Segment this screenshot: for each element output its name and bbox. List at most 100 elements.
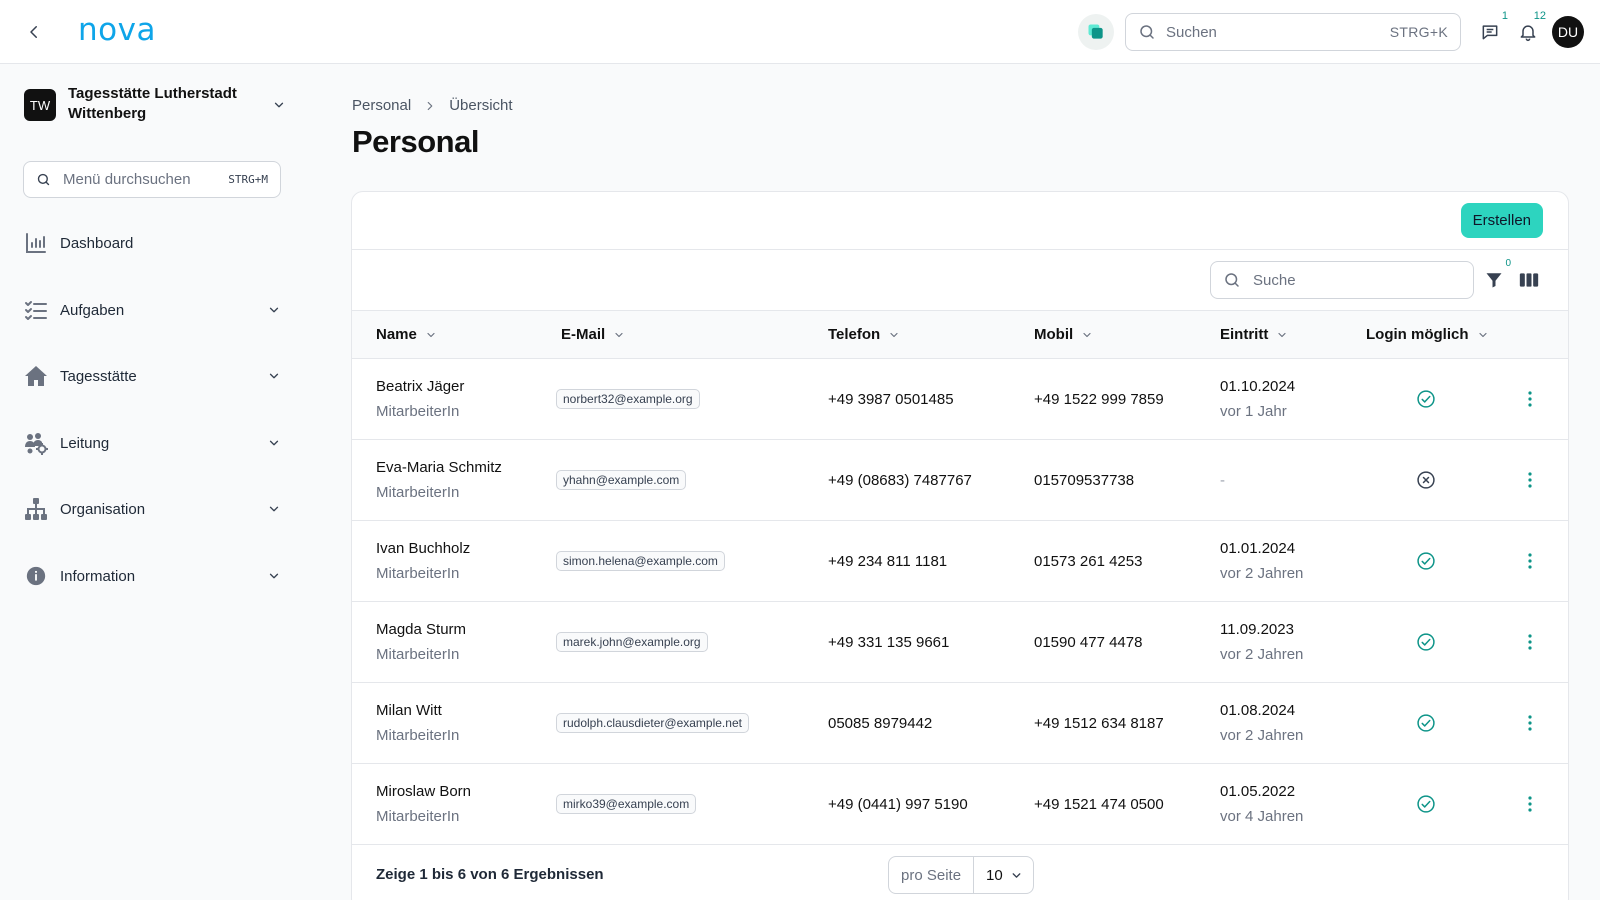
chevron-down-icon <box>266 302 282 318</box>
column-header-eintritt[interactable]: Eintritt <box>1220 311 1288 358</box>
sidebar-item-tagesstaette[interactable]: Tagesstätte <box>24 362 282 390</box>
cell-entry: 01.08.2024 vor 2 Jahren <box>1220 683 1360 763</box>
chevron-down-icon <box>266 435 282 451</box>
chevron-down-icon <box>615 332 623 337</box>
employee-role: MitarbeiterIn <box>376 403 460 420</box>
row-actions-button[interactable] <box>1520 470 1540 490</box>
row-actions-button[interactable] <box>1520 713 1540 733</box>
mobile-value: 01573 261 4253 <box>1034 552 1143 570</box>
top-bar: nova Suchen STRG+K 1 12 DU <box>0 0 1600 64</box>
entry-relative: vor 2 Jahren <box>1220 727 1304 744</box>
phone-value: +49 (0441) 997 5190 <box>828 795 968 813</box>
kebab-menu-icon <box>1528 634 1532 650</box>
mobile-value: +49 1522 999 7859 <box>1034 390 1164 408</box>
employee-name[interactable]: Milan Witt <box>376 702 556 719</box>
cell-email: rudolph.clausdieter@example.net <box>556 683 816 763</box>
row-actions-button[interactable] <box>1520 794 1540 814</box>
breadcrumb-item-personal[interactable]: Personal <box>352 97 411 114</box>
notifications-button[interactable]: 12 <box>1516 10 1548 44</box>
employee-name[interactable]: Ivan Buchholz <box>376 540 556 557</box>
phone-value: +49 331 135 9661 <box>828 633 950 651</box>
filter-button[interactable]: 0 <box>1483 258 1513 291</box>
employee-name[interactable]: Eva-Maria Schmitz <box>376 459 556 476</box>
columns-icon <box>1519 273 1539 287</box>
info-icon <box>24 564 48 588</box>
columns-button[interactable] <box>1518 269 1540 291</box>
cell-mobile: 01590 477 4478 <box>1034 602 1214 682</box>
row-actions-button[interactable] <box>1520 551 1540 571</box>
app-logo[interactable]: nova <box>78 12 156 48</box>
cell-email: marek.john@example.org <box>556 602 816 682</box>
column-header-email[interactable]: E-Mail <box>561 311 625 358</box>
employee-name[interactable]: Beatrix Jäger <box>376 378 556 395</box>
entry-date: 01.01.2024 <box>1220 540 1296 557</box>
email-chip: norbert32@example.org <box>556 389 700 409</box>
row-actions-button[interactable] <box>1520 389 1540 409</box>
messages-button[interactable]: 1 <box>1478 10 1510 44</box>
sidebar-item-dashboard[interactable]: Dashboard <box>24 229 282 257</box>
mobile-value: 015709537738 <box>1034 471 1135 489</box>
global-search-shortcut: STRG+K <box>1389 24 1448 40</box>
chevron-down-icon <box>1278 332 1286 337</box>
column-header-mobil[interactable]: Mobil <box>1034 311 1093 358</box>
row-actions-button[interactable] <box>1520 632 1540 652</box>
per-page-label: pro Seite <box>889 857 975 893</box>
entry-relative: vor 2 Jahren <box>1220 565 1304 582</box>
user-avatar[interactable]: DU <box>1552 16 1584 48</box>
table-row[interactable]: Milan Witt MitarbeiterIn rudolph.clausdiet… <box>352 683 1568 764</box>
filter-icon <box>1486 273 1502 288</box>
bar-chart-icon <box>24 231 48 255</box>
email-chip: yhahn@example.com <box>556 470 687 490</box>
stacked-squares-icon <box>1088 24 1103 39</box>
cell-entry: 01.01.2024 vor 2 Jahren <box>1220 521 1360 601</box>
phone-value: +49 234 811 1181 <box>828 552 948 570</box>
column-header-login[interactable]: Login möglich <box>1366 311 1489 358</box>
mobile-value: +49 1521 474 0500 <box>1034 795 1164 813</box>
employee-name[interactable]: Magda Sturm <box>376 621 556 638</box>
table-search-input[interactable]: Suche <box>1210 261 1474 299</box>
cell-name: Ivan Buchholz MitarbeiterIn <box>376 521 556 601</box>
column-header-name[interactable]: Name <box>376 311 437 358</box>
menu-search-input[interactable]: Menü durchsuchen STRG+M <box>23 161 281 198</box>
app-switcher-button[interactable] <box>1078 14 1114 50</box>
chevron-left-icon <box>30 26 37 38</box>
table-row[interactable]: Eva-Maria Schmitz MitarbeiterIn yhahn@exam… <box>352 440 1568 521</box>
column-header-telefon[interactable]: Telefon <box>828 311 900 358</box>
email-chip: mirko39@example.com <box>556 794 697 814</box>
kebab-menu-icon <box>1528 715 1532 731</box>
sidebar-item-aufgaben[interactable]: Aufgaben <box>24 296 282 324</box>
cell-login <box>1366 521 1486 601</box>
phone-value: +49 (08683) 7487767 <box>828 471 972 489</box>
global-search-placeholder: Suchen <box>1166 23 1217 41</box>
employee-name[interactable]: Miroslaw Born <box>376 783 556 800</box>
kebab-menu-icon <box>1528 472 1532 488</box>
cell-email: simon.helena@example.com <box>556 521 816 601</box>
cell-login <box>1366 440 1486 520</box>
cell-phone: +49 3987 0501485 <box>828 359 1028 439</box>
create-button[interactable]: Erstellen <box>1460 203 1543 238</box>
back-button[interactable] <box>22 20 46 44</box>
sidebar-item-leitung[interactable]: Leitung <box>24 429 282 457</box>
employee-role: MitarbeiterIn <box>376 727 460 744</box>
per-page-select[interactable]: 10 <box>974 857 1033 893</box>
table-row[interactable]: Beatrix Jäger MitarbeiterIn norbert32@exam… <box>352 359 1568 440</box>
cell-mobile: +49 1522 999 7859 <box>1034 359 1214 439</box>
column-header-label: Telefon <box>828 326 881 343</box>
cell-entry: 11.09.2023 vor 2 Jahren <box>1220 602 1360 682</box>
cell-name: Eva-Maria Schmitz MitarbeiterIn <box>376 440 556 520</box>
organization-switcher[interactable]: TW Tagesstätte Lutherstadt Wittenberg <box>24 84 294 124</box>
global-search-input[interactable]: Suchen STRG+K <box>1125 13 1461 51</box>
search-icon <box>1225 273 1239 287</box>
cell-name: Miroslaw Born MitarbeiterIn <box>376 764 556 844</box>
table-row[interactable]: Ivan Buchholz MitarbeiterIn simon.helena@e… <box>352 521 1568 602</box>
entry-date: 01.05.2022 <box>1220 783 1296 800</box>
column-header-label: Name <box>376 326 417 343</box>
table-row[interactable]: Magda Sturm MitarbeiterIn marek.john@examp… <box>352 602 1568 683</box>
sidebar-item-organisation[interactable]: Organisation <box>24 495 282 523</box>
table-row[interactable]: Miroslaw Born MitarbeiterIn mirko39@exampl… <box>352 764 1568 845</box>
check-circle-icon <box>1416 551 1436 571</box>
entry-date: 11.09.2023 <box>1220 621 1294 638</box>
breadcrumb-item-uebersicht[interactable]: Übersicht <box>449 97 512 114</box>
sidebar-item-information[interactable]: Information <box>24 562 282 590</box>
task-list-icon <box>24 298 48 322</box>
